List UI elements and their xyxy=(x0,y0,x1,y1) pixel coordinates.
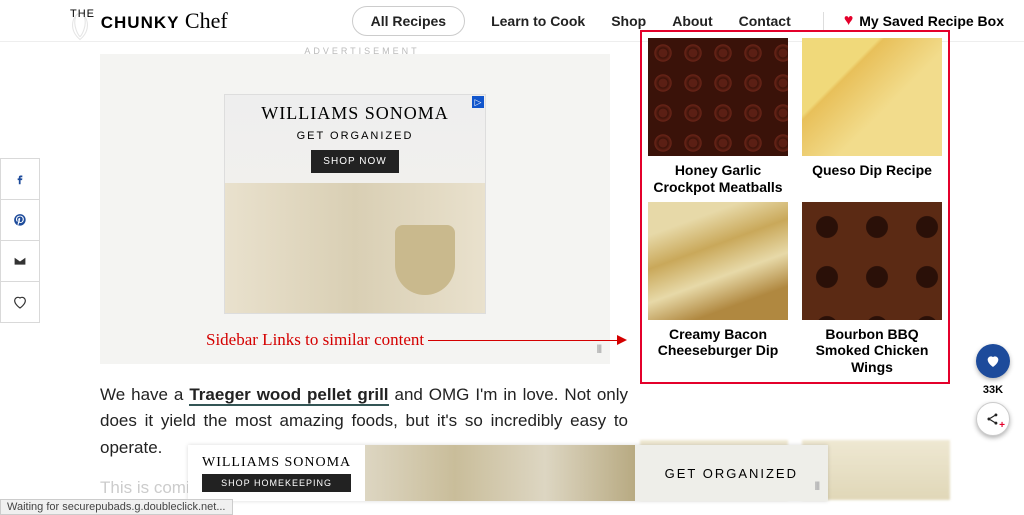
bottom-ad-brand: WILLIAMS SONOMA SHOP HOMEKEEPING xyxy=(188,445,365,501)
share-facebook[interactable] xyxy=(0,158,40,200)
recipe-title: Creamy Bacon Cheeseburger Dip xyxy=(648,326,788,360)
site-logo[interactable]: THE CHUNKY Chef xyxy=(20,8,228,34)
inline-ad-container: WILLIAMS SONOMA GET ORGANIZED SHOP NOW ▷… xyxy=(100,54,610,364)
nav-all-recipes[interactable]: All Recipes xyxy=(352,6,465,36)
bottom-ad-button[interactable]: SHOP HOMEKEEPING xyxy=(202,474,351,492)
annotation-text: Sidebar Links to similar content xyxy=(206,330,424,350)
recipe-thumb xyxy=(648,38,788,156)
article-text: This is comi xyxy=(100,478,190,497)
recipe-card[interactable]: Honey Garlic Crockpot Meatballs xyxy=(648,38,788,196)
nav-contact[interactable]: Contact xyxy=(739,13,791,29)
floating-actions: 33K xyxy=(976,344,1010,436)
main-column: WILLIAMS SONOMA GET ORGANIZED SHOP NOW ▷… xyxy=(100,54,630,501)
bottom-ad-title: WILLIAMS SONOMA xyxy=(202,455,351,471)
logo-bold: CHUNKY xyxy=(101,13,179,32)
nav-about[interactable]: About xyxy=(672,13,712,29)
recipe-title: Honey Garlic Crockpot Meatballs xyxy=(648,162,788,196)
share-save[interactable] xyxy=(0,281,40,323)
share-email[interactable] xyxy=(0,240,40,282)
favorite-button[interactable] xyxy=(976,344,1010,378)
share-count: 33K xyxy=(983,384,1003,396)
browser-status-bar: Waiting for securepubads.g.doubleclick.n… xyxy=(0,499,233,515)
related-recipes-sidebar: Honey Garlic Crockpot Meatballs Queso Di… xyxy=(640,30,950,384)
recipe-thumb xyxy=(648,202,788,320)
recipe-title: Bourbon BBQ Smoked Chicken Wings xyxy=(802,326,942,376)
recipe-card[interactable]: Bourbon BBQ Smoked Chicken Wings xyxy=(802,202,942,376)
ad-shop-button[interactable]: SHOP NOW xyxy=(311,150,398,173)
arrow-line xyxy=(428,340,618,341)
recipe-title: Queso Dip Recipe xyxy=(802,162,942,179)
logo-script: Chef xyxy=(185,8,228,33)
share-rail xyxy=(0,158,40,322)
recipe-card[interactable]: Queso Dip Recipe xyxy=(802,38,942,196)
ad-image xyxy=(225,183,485,313)
share-pinterest[interactable] xyxy=(0,199,40,241)
ad-close-icon[interactable]: ▷ xyxy=(472,96,484,108)
nav-learn[interactable]: Learn to Cook xyxy=(491,13,585,29)
recipe-card[interactable]: Creamy Bacon Cheeseburger Dip xyxy=(648,202,788,376)
share-button[interactable] xyxy=(976,402,1010,436)
ad-title: WILLIAMS SONOMA xyxy=(261,103,449,124)
ad-network-icon: ııı xyxy=(814,477,818,495)
bottom-ad-image xyxy=(365,445,634,501)
whisk-icon xyxy=(62,8,98,44)
recipe-thumb xyxy=(802,202,942,320)
annotation-callout: Sidebar Links to similar content xyxy=(206,330,627,350)
nav-shop[interactable]: Shop xyxy=(611,13,646,29)
recipe-thumb xyxy=(802,38,942,156)
traeger-link[interactable]: Traeger wood pellet grill xyxy=(189,385,388,406)
sticky-bottom-ad[interactable]: WILLIAMS SONOMA SHOP HOMEKEEPING GET ORG… xyxy=(188,445,828,501)
saved-label: My Saved Recipe Box xyxy=(859,13,1004,29)
arrow-head-icon xyxy=(617,335,627,345)
ad-subtitle: GET ORGANIZED xyxy=(297,130,414,142)
heart-icon: ♥ xyxy=(844,12,854,30)
bottom-ad-tagline: GET ORGANIZED xyxy=(635,445,828,501)
williams-sonoma-ad[interactable]: WILLIAMS SONOMA GET ORGANIZED SHOP NOW xyxy=(224,94,486,314)
article-text: We have a xyxy=(100,385,189,404)
nav-saved-recipes[interactable]: ♥ My Saved Recipe Box xyxy=(823,12,1004,30)
